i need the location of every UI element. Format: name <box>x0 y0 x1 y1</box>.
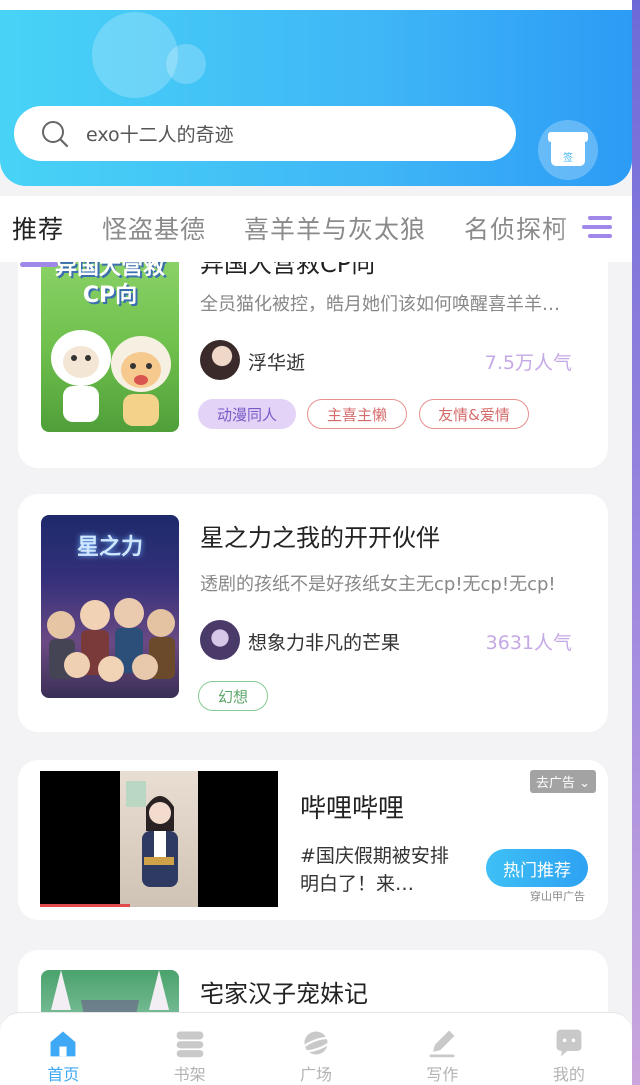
category-tabs: 推荐 怪盗基德 喜羊羊与灰太狼 名侦探柯 <box>0 196 632 262</box>
tag-pairing[interactable]: 主喜主懒 <box>307 399 407 429</box>
cover-illustration <box>51 330 171 426</box>
sign-in-button[interactable]: 签 <box>538 120 598 180</box>
nav-home[interactable]: 首页 <box>0 1013 126 1085</box>
book-cover[interactable]: 异国大营救CP向 <box>41 262 179 432</box>
bookshelf-icon <box>176 1031 203 1058</box>
tab-kaitou-kid[interactable]: 怪盗基德 <box>102 210 206 246</box>
decor-bubble <box>92 12 178 98</box>
popularity-count: 7.5万人气 <box>484 352 572 374</box>
cover-title: 星之力 <box>76 535 143 560</box>
author-avatar[interactable] <box>200 340 240 380</box>
home-icon <box>50 1031 76 1057</box>
book-title[interactable]: 星之力之我的开开伙伴 <box>200 518 440 553</box>
remove-ad-label: 去广告 <box>535 776 575 791</box>
remove-ad-button[interactable]: 去广告 ⌄ <box>529 770 596 793</box>
nav-mine[interactable]: 我的 <box>506 1013 632 1085</box>
book-title[interactable]: 异国大营救CP向 <box>200 262 375 279</box>
planet-icon <box>301 1031 333 1055</box>
tab-pleasant-goat[interactable]: 喜羊羊与灰太狼 <box>244 210 426 246</box>
book-card[interactable]: 星之力 星之力之我的开开伙伴 透剧的孩纸不是好孩纸女主无cp!无cp!无cp! … <box>18 494 608 732</box>
ad-description: #国庆假期被安排明白了！来… <box>300 845 449 895</box>
nav-home-label: 首页 <box>47 1065 80 1084</box>
ad-cta-button[interactable]: 热门推荐 <box>486 849 588 887</box>
book-card[interactable]: 宅家汉子宠妹记 <box>18 950 608 1014</box>
search-icon <box>42 120 69 147</box>
tab-detective-conan[interactable]: 名侦探柯 <box>464 210 568 246</box>
book-feed: 异国大营救CP向 异国大营救CP向 全员猫化被控，皓月她们该如何唤醒喜羊羊… 浮… <box>0 262 632 1014</box>
window-edge <box>632 0 640 1085</box>
chat-face-icon <box>556 1029 582 1057</box>
decor-bubble <box>166 44 206 84</box>
author-name[interactable]: 想象力非凡的芒果 <box>248 628 400 655</box>
book-description: 透剧的孩纸不是好孩纸女主无cp!无cp!无cp! <box>200 574 556 595</box>
nav-plaza[interactable]: 广场 <box>253 1013 379 1085</box>
ad-title[interactable]: 哔哩哔哩 <box>300 788 404 825</box>
book-cover[interactable]: 星之力 <box>41 515 179 698</box>
nav-write[interactable]: 写作 <box>379 1013 505 1085</box>
cover-illustration <box>47 598 175 682</box>
gift-icon: 签 <box>548 132 588 166</box>
sign-label: 签 <box>563 153 573 164</box>
nav-write-label: 写作 <box>426 1065 459 1084</box>
tag-friendship-love[interactable]: 友情&爱情 <box>419 399 529 429</box>
search-input[interactable]: exo十二人的奇迹 <box>86 120 234 147</box>
chevron-down-icon: ⌄ <box>574 776 590 791</box>
ad-source: 穿山甲广告 <box>530 890 585 903</box>
nav-plaza-label: 广场 <box>300 1065 333 1084</box>
popularity-count: 3631人气 <box>485 632 572 654</box>
tag-fantasy[interactable]: 幻想 <box>198 681 268 711</box>
author-name[interactable]: 浮华逝 <box>248 348 305 375</box>
active-tab-indicator <box>20 262 58 267</box>
ad-video[interactable] <box>40 771 278 907</box>
status-strip <box>0 0 632 10</box>
ad-progress-bar <box>40 904 130 907</box>
book-cover[interactable] <box>41 970 179 1014</box>
bottom-navigation: 首页 书架 广场 写作 我的 <box>0 1012 632 1085</box>
book-title[interactable]: 宅家汉子宠妹记 <box>200 974 368 1009</box>
nav-bookshelf-label: 书架 <box>173 1065 206 1084</box>
book-description: 全员猫化被控，皓月她们该如何唤醒喜羊羊… <box>200 294 560 315</box>
pen-icon <box>429 1030 455 1058</box>
author-avatar[interactable] <box>200 620 240 660</box>
book-card[interactable]: 异国大营救CP向 异国大营救CP向 全员猫化被控，皓月她们该如何唤醒喜羊羊… 浮… <box>18 262 608 468</box>
tab-recommend[interactable]: 推荐 <box>12 210 64 246</box>
header: exo十二人的奇迹 签 <box>0 0 632 186</box>
nav-bookshelf[interactable]: 书架 <box>126 1013 252 1085</box>
nav-mine-label: 我的 <box>552 1065 585 1084</box>
tag-anime-fanfic[interactable]: 动漫同人 <box>198 399 296 429</box>
ad-card[interactable]: 哔哩哔哩 #国庆假期被安排明白了！来… 去广告 ⌄ 热门推荐 穿山甲广告 <box>18 760 608 920</box>
ad-video-frame <box>120 771 198 907</box>
search-bar[interactable]: exo十二人的奇迹 <box>14 106 516 161</box>
menu-icon[interactable] <box>580 210 614 244</box>
